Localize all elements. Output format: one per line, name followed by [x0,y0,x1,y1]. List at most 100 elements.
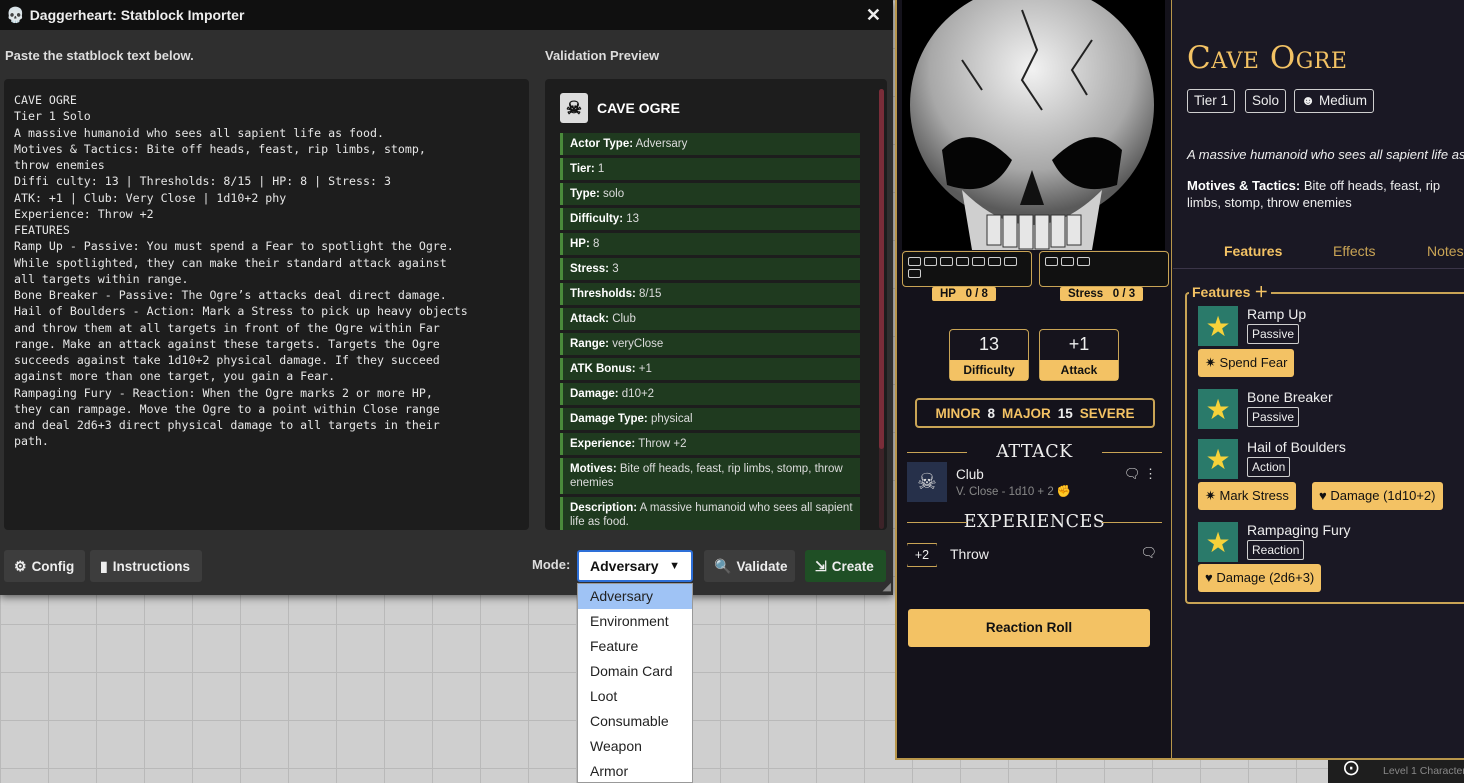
preview-row-value: 13 [626,213,640,225]
chat-icon[interactable]: 🗨 [1140,545,1157,561]
close-icon[interactable]: ✕ [866,5,887,26]
motives-label: Motives & Tactics: [1187,178,1301,193]
preview-row-key: Attack: [570,313,609,325]
book-icon: ▮ [100,557,108,574]
hp-box[interactable] [908,269,921,278]
sheet-sidebar: HP 0 / 8 Stress 0 / 3 13 Difficulty +1 A… [897,0,1172,758]
preview-scrollbar[interactable] [879,89,884,529]
window-titlebar[interactable]: 💀 Daggerheart: Statblock Importer ✕ [0,0,893,30]
mode-option[interactable]: Environment [578,609,692,634]
attack-box[interactable]: +1 Attack [1039,329,1119,381]
threshold-severe-label: SEVERE [1079,405,1135,421]
more-options-icon[interactable]: ⋮ [1144,466,1157,481]
statblock-textarea[interactable]: CAVE OGRE Tier 1 Solo A massive humanoid… [4,79,529,530]
stress-box[interactable] [1077,257,1090,266]
damage-button[interactable]: ♥ Damage (1d10+2) [1312,482,1443,510]
attack-section-title: ATTACK [907,442,1162,462]
mode-dropdown-list: Adversary Environment Feature Domain Car… [577,583,693,783]
feature-type: Reaction [1247,540,1305,560]
map-pin-icon[interactable]: ⊙ [1342,760,1360,779]
attack-item[interactable]: ☠ Club V. Close - 1d10 + 2 ✊ 🗨 ⋮ [907,462,1157,502]
validate-label: Validate [736,558,788,574]
portrait-image[interactable] [902,0,1165,250]
mark-stress-button[interactable]: ✷ Mark Stress [1198,482,1296,510]
preview-label: Validation Preview [545,48,660,63]
preview-header: ☠ CAVE OGRE [560,93,680,123]
tab-notes[interactable]: Notes [1427,243,1464,259]
mode-select[interactable]: Adversary ▼ [577,550,693,582]
star-icon: ★ [1198,306,1238,346]
mode-option[interactable]: Loot [578,684,692,709]
hp-box[interactable] [988,257,1001,266]
preview-row-key: Motives: [570,463,617,475]
tab-effects[interactable]: Effects [1333,243,1376,259]
threshold-major-value: 15 [1057,405,1073,421]
feature-name: Hail of Boulders [1247,439,1346,455]
window-title: Daggerheart: Statblock Importer [29,7,245,23]
reaction-roll-button[interactable]: Reaction Roll [908,609,1150,647]
hp-tracker[interactable] [902,251,1032,287]
spend-fear-button[interactable]: ✷ Spend Fear [1198,349,1295,377]
preview-row-key: Tier: [570,163,595,175]
spend-fear-label: Spend Fear [1219,355,1288,370]
mode-option[interactable]: Weapon [578,734,692,759]
mode-option[interactable]: Armor [578,759,692,782]
experience-item[interactable]: +2 Throw 🗨 [907,543,1157,567]
experiences-section-title: EXPERIENCES [907,512,1162,532]
create-button[interactable]: ⇲ Create [805,550,886,582]
validate-button[interactable]: 🔍 Validate [704,550,795,582]
stress-tracker[interactable] [1039,251,1169,287]
mode-option[interactable]: Domain Card [578,659,692,684]
preview-row-value: veryClose [612,338,664,350]
preview-row-key: Stress: [570,263,609,275]
mode-option[interactable]: Feature [578,634,692,659]
stress-icon: ✷ [1205,488,1216,503]
feature-type: Action [1247,457,1291,477]
hp-tag: HP 0 / 8 [932,287,996,301]
preview-row-key: HP: [570,238,590,250]
config-button[interactable]: ⚙ Config [4,550,85,582]
star-icon: ★ [1198,389,1238,429]
skull-icon: ☠ [560,93,588,123]
search-icon: 🔍 [714,557,732,574]
mode-select-value: Adversary [590,558,659,574]
hp-box[interactable] [940,257,953,266]
preview-row-value: +1 [638,363,652,375]
stress-box[interactable] [1061,257,1074,266]
attack-label: Attack [1040,360,1118,380]
hp-box[interactable] [972,257,985,266]
feature-name: Ramp Up [1247,306,1307,322]
tab-divider [1173,268,1464,269]
resize-handle-icon[interactable]: ◢ [883,580,891,593]
hp-box[interactable] [1004,257,1017,266]
preview-row-key: Damage Type: [570,413,648,425]
chat-icon[interactable]: 🗨 [1124,466,1141,481]
creature-description: A massive humanoid who sees all sapient … [1187,147,1464,162]
feature-name: Rampaging Fury [1247,522,1351,538]
hp-box[interactable] [908,257,921,266]
validation-preview: ☠ CAVE OGRE Actor Type: Adversary Tier: 1… [545,79,887,530]
hp-box[interactable] [924,257,937,266]
hp-box[interactable] [956,257,969,266]
instructions-button[interactable]: ▮ Instructions [90,550,202,582]
preview-row: Motives: Bite off heads, feast, rip limb… [560,458,860,494]
damage-button[interactable]: ♥ Damage (2d6+3) [1198,564,1322,592]
mode-option[interactable]: Consumable [578,709,692,734]
mode-option[interactable]: Adversary [578,584,692,609]
config-label: Config [31,558,75,574]
preview-row-value: 8 [593,238,600,250]
star-icon: ★ [1198,439,1238,479]
stress-box[interactable] [1045,257,1058,266]
preview-row: Damage Type: physical [560,408,860,430]
tab-features[interactable]: Features [1224,243,1282,259]
resource-trackers [902,251,1169,287]
stress-value: 0 / 3 [1112,288,1136,300]
fist-icon: ✊ [1056,486,1072,498]
add-feature-icon[interactable]: ＋ [1254,284,1268,300]
attack-bonus-value: +1 [1068,334,1090,354]
player-text: Level 1 Character [1383,765,1464,777]
preview-row-value: 8/15 [639,288,662,300]
preview-row-key: Damage: [570,388,619,400]
difficulty-box: 13 Difficulty [949,329,1029,381]
experience-name: Throw [950,546,989,562]
